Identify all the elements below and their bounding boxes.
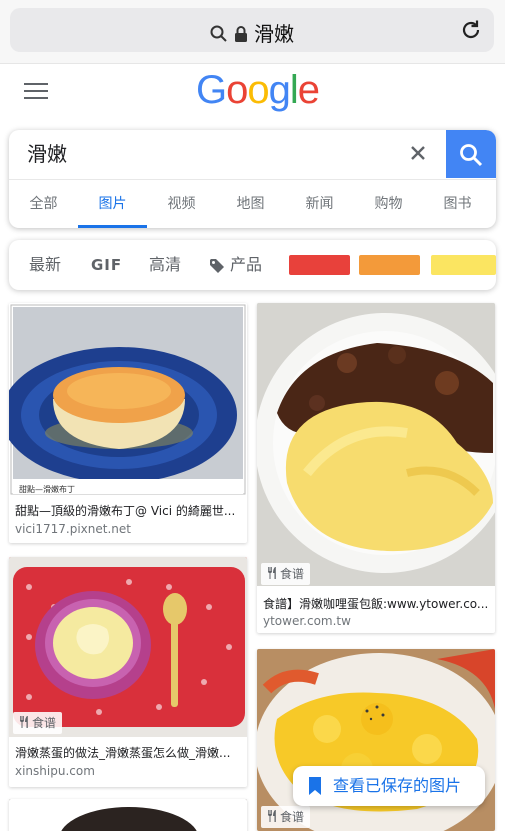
recipe-badge-label: 食谱	[280, 567, 305, 581]
tab-all[interactable]: 全部	[9, 180, 78, 228]
browser-toolbar: 滑嫩	[0, 0, 505, 64]
logo-letter: l	[289, 68, 299, 112]
result-domain: vici1717.pixnet.net	[15, 522, 131, 536]
tab-videos[interactable]: 视频	[147, 180, 216, 228]
filter-bar: 最新 GIF 高清 产品	[9, 240, 496, 290]
logo-letter: o	[226, 68, 248, 112]
filter-product[interactable]: 产品	[209, 240, 262, 290]
tab-books[interactable]: 图书	[423, 180, 492, 228]
view-saved-images-label: 查看已保存的图片	[333, 776, 462, 795]
fork-knife-icon	[268, 810, 276, 822]
image-caption-text: 甜點—滑嫩布丁	[19, 484, 75, 494]
lock-icon	[234, 24, 248, 48]
result-thumbnail	[9, 557, 247, 737]
image-result[interactable]: 食谱 滑嫩蒸蛋的做法_滑嫩蒸蛋怎么做_滑嫩... xinshipu.com	[9, 557, 247, 787]
tag-icon	[210, 258, 224, 273]
filter-latest[interactable]: 最新	[29, 240, 61, 290]
omelette-rice-image	[257, 303, 495, 586]
result-thumbnail	[257, 303, 495, 586]
menu-icon[interactable]	[24, 80, 48, 100]
image-result[interactable]: 甜點—滑嫩布丁 甜點—頂級的滑嫩布丁@ Vici 的綺麗世... vici171…	[9, 303, 247, 543]
google-logo[interactable]: Google	[196, 68, 320, 113]
logo-letter: e	[297, 68, 320, 112]
search-input[interactable]: 滑嫩	[9, 130, 446, 178]
tab-shopping[interactable]: 购物	[354, 180, 423, 228]
fork-knife-icon	[20, 716, 28, 728]
result-domain: ytower.com.tw	[263, 614, 351, 628]
recipe-badge: 食谱	[261, 563, 311, 585]
logo-letter: G	[196, 68, 227, 112]
search-button[interactable]	[446, 130, 496, 178]
color-filter-yellow[interactable]	[431, 255, 496, 275]
search-tabs: 全部 图片 视频 地图 新闻 购物 图书	[9, 179, 496, 228]
color-filter-orange[interactable]	[359, 255, 420, 275]
tab-news[interactable]: 新闻	[285, 180, 354, 228]
result-caption[interactable]: 甜點—頂級的滑嫩布丁@ Vici 的綺麗世...	[15, 502, 241, 519]
logo-letter: g	[268, 68, 291, 112]
search-icon	[460, 144, 483, 167]
result-caption[interactable]: 滑嫩蒸蛋的做法_滑嫩蒸蛋怎么做_滑嫩...	[15, 744, 241, 761]
clear-icon[interactable]	[407, 142, 429, 164]
pudding-image: 甜點—滑嫩布丁	[9, 304, 246, 495]
address-bar-text-wrap: 滑嫩	[10, 18, 494, 48]
image-result[interactable]: 食谱 食譜】滑嫩咖哩蛋包飯:www.ytower.co... ytower.co…	[257, 303, 495, 633]
bookmark-icon	[309, 777, 321, 795]
reload-icon[interactable]	[460, 19, 482, 41]
color-filter-red[interactable]	[289, 255, 350, 275]
logo-letter: o	[247, 68, 269, 112]
address-bar[interactable]: 滑嫩	[10, 8, 494, 52]
result-thumbnail: 甜點—滑嫩布丁	[9, 303, 247, 496]
address-bar-url: 滑嫩	[254, 22, 294, 46]
view-saved-images-button[interactable]: 查看已保存的图片	[293, 766, 485, 806]
result-caption[interactable]: 食譜】滑嫩咖哩蛋包飯:www.ytower.co...	[263, 595, 489, 612]
search-box: 滑嫩 全部 图片 视频 地图 新闻 购物 图书	[9, 130, 496, 228]
image-result[interactable]	[9, 799, 247, 831]
recipe-badge-label: 食谱	[280, 810, 305, 824]
recipe-badge: 食谱	[13, 712, 63, 734]
steamed-egg-image	[9, 557, 247, 737]
filter-hd[interactable]: 高清	[149, 240, 181, 290]
filter-gif[interactable]: GIF	[91, 240, 122, 290]
fork-knife-icon	[268, 567, 276, 579]
result-domain: xinshipu.com	[15, 764, 95, 778]
result-thumbnail	[9, 799, 247, 831]
filter-product-label: 产品	[230, 255, 263, 274]
recipe-badge-label: 食谱	[32, 716, 57, 730]
recipe-badge: 食谱	[261, 806, 311, 828]
search-icon	[210, 24, 228, 48]
tab-maps[interactable]: 地图	[216, 180, 285, 228]
tab-images[interactable]: 图片	[78, 180, 147, 228]
